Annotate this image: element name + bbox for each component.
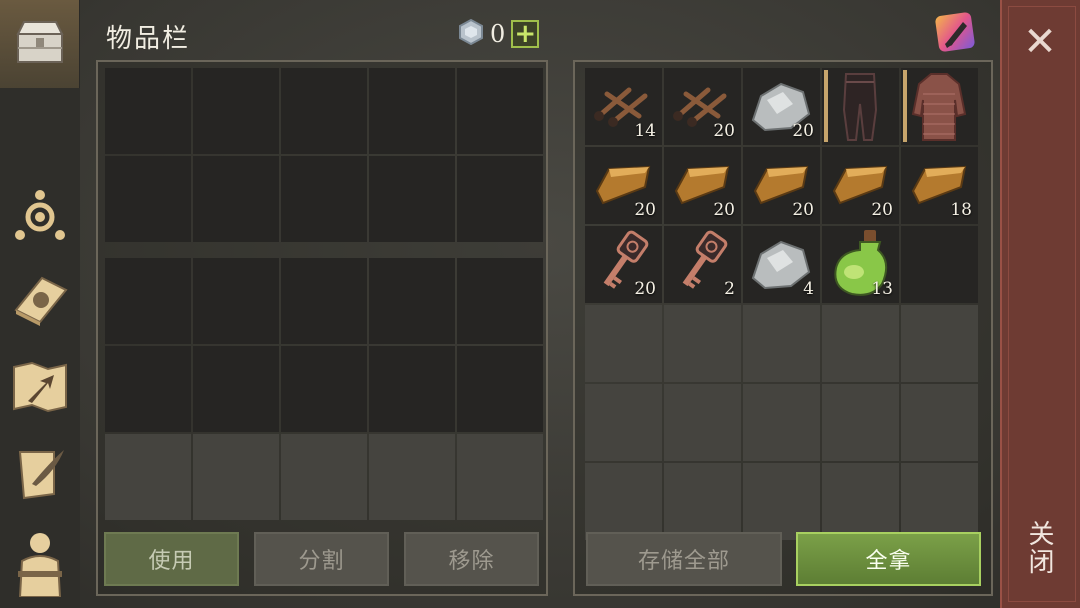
inventory-slot-locked: [457, 434, 543, 520]
inventory-slot[interactable]: [281, 258, 367, 344]
store-all-button[interactable]: 存储全部: [586, 532, 782, 586]
chainmail-shirt-icon: [911, 73, 967, 141]
inventory-slot[interactable]: [369, 346, 455, 432]
inventory-slot[interactable]: [105, 156, 191, 242]
loot-slot-locked: [901, 305, 978, 382]
inventory-grid-top: [105, 68, 543, 242]
item-count: 20: [634, 279, 656, 299]
inventory-slot[interactable]: [369, 68, 455, 154]
inventory-slot-locked: [105, 434, 191, 520]
inventory-slot[interactable]: [457, 346, 543, 432]
take-all-button[interactable]: 全拿: [796, 532, 981, 586]
close-panel-border: [1008, 6, 1076, 602]
use-button[interactable]: 使用: [104, 532, 239, 586]
split-button[interactable]: 分割: [254, 532, 389, 586]
item-count: 13: [871, 279, 893, 299]
loot-slot-locked: [822, 305, 899, 382]
loot-slot-nails[interactable]: 14: [585, 68, 662, 145]
loot-slot-ornate-key[interactable]: 20: [585, 226, 662, 303]
inventory-slot[interactable]: [193, 258, 279, 344]
item-count: 20: [713, 200, 735, 220]
inventory-slot-locked: [281, 434, 367, 520]
item-count: 20: [713, 121, 735, 141]
loot-grid: 14 20 20 20 20 20 20 18 20 2 4 13: [585, 68, 978, 540]
loot-slot-empty[interactable]: [901, 226, 978, 303]
inventory-slot[interactable]: [281, 68, 367, 154]
inventory-slot[interactable]: [105, 68, 191, 154]
loot-slot-locked: [743, 463, 820, 540]
loot-slot-copper-ingot[interactable]: 20: [822, 147, 899, 224]
loot-slot-green-potion[interactable]: 13: [822, 226, 899, 303]
inventory-slot[interactable]: [369, 156, 455, 242]
sidebar-item-inventory[interactable]: [0, 0, 80, 88]
loot-slot-locked: [664, 463, 741, 540]
item-count: 4: [803, 279, 814, 299]
loot-slot-locked: [664, 384, 741, 461]
inventory-slot[interactable]: [105, 346, 191, 432]
loot-slot-nails[interactable]: 20: [664, 68, 741, 145]
loot-slot-locked: [585, 384, 662, 461]
item-count: 14: [634, 121, 656, 141]
currency-value: 0: [490, 20, 506, 48]
leather-pants-icon: [842, 73, 878, 141]
character-icon[interactable]: [8, 530, 72, 597]
add-currency-button[interactable]: +: [511, 20, 540, 48]
loot-slot-copper-ingot[interactable]: 20: [664, 147, 741, 224]
inventory-grid-bottom: [105, 258, 543, 520]
item-count: 20: [634, 200, 656, 220]
sidebar: [0, 0, 80, 608]
inventory-slot[interactable]: [193, 346, 279, 432]
loot-slot-locked: [822, 463, 899, 540]
close-icon[interactable]: ✕: [1020, 22, 1060, 62]
loot-slot-locked: [585, 463, 662, 540]
loot-slot-stone[interactable]: 20: [743, 68, 820, 145]
inventory-slot[interactable]: [281, 346, 367, 432]
close-label[interactable]: 关闭: [1022, 520, 1058, 576]
item-count: 18: [950, 200, 972, 220]
skills-icon[interactable]: [8, 183, 72, 247]
loot-slot-locked: [743, 384, 820, 461]
auto-sort-brush-icon[interactable]: [933, 8, 979, 54]
loot-slot-ornate-key[interactable]: 2: [664, 226, 741, 303]
loot-slot-locked: [664, 305, 741, 382]
sun-book-icon[interactable]: [8, 268, 72, 332]
page-title: 物品栏: [106, 24, 191, 54]
loot-slot-copper-ingot[interactable]: 18: [901, 147, 978, 224]
close-panel[interactable]: [1000, 0, 1080, 608]
loot-slot-locked: [822, 384, 899, 461]
chest-icon: [8, 10, 72, 74]
inventory-slot[interactable]: [457, 156, 543, 242]
item-count: 20: [792, 200, 814, 220]
item-count: 20: [792, 121, 814, 141]
loot-slot-copper-ingot[interactable]: 20: [743, 147, 820, 224]
remove-button[interactable]: 移除: [404, 532, 539, 586]
loot-slot-leather-pants[interactable]: [822, 68, 899, 145]
currency-display: 0 +: [458, 18, 540, 49]
loot-slot-stone[interactable]: 4: [743, 226, 820, 303]
loot-slot-locked: [585, 305, 662, 382]
loot-slot-locked: [901, 463, 978, 540]
loot-slot-copper-ingot[interactable]: 20: [585, 147, 662, 224]
inventory-slot[interactable]: [105, 258, 191, 344]
inventory-slot[interactable]: [369, 258, 455, 344]
map-arrow-icon[interactable]: [8, 355, 72, 419]
inventory-slot[interactable]: [457, 258, 543, 344]
inventory-slot[interactable]: [193, 156, 279, 242]
loot-slot-chainmail-shirt[interactable]: [901, 68, 978, 145]
inventory-slot[interactable]: [281, 156, 367, 242]
loot-slot-locked: [901, 384, 978, 461]
loot-slot-locked: [743, 305, 820, 382]
item-count: 20: [871, 200, 893, 220]
inventory-slot-locked: [369, 434, 455, 520]
scroll-quill-icon[interactable]: [8, 442, 72, 506]
inventory-slot[interactable]: [457, 68, 543, 154]
silver-coin-icon: [458, 18, 484, 49]
inventory-slot[interactable]: [193, 68, 279, 154]
inventory-slot-locked: [193, 434, 279, 520]
item-count: 2: [724, 279, 735, 299]
